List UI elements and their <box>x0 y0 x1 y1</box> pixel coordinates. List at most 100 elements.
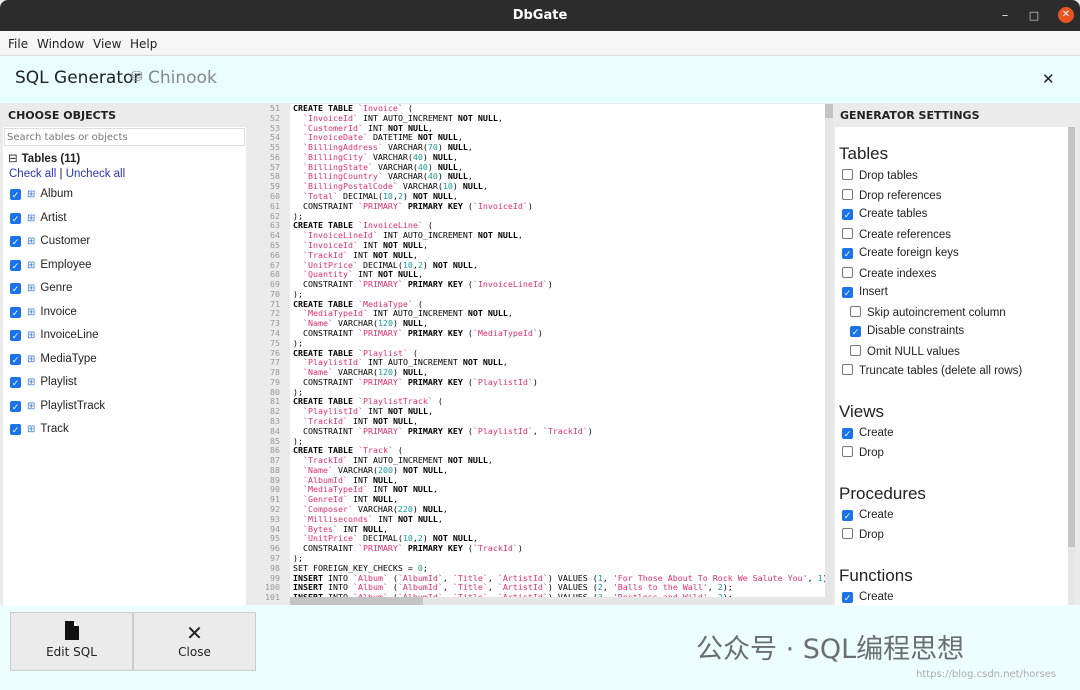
code-line[interactable]: 84 CONSTRAINT `PRIMARY` PRIMARY KEY (`Pl… <box>250 426 833 437</box>
checkbox[interactable]: ✓ <box>842 209 853 220</box>
table-icon: ⊞ <box>27 236 36 247</box>
checkbox[interactable] <box>842 266 853 278</box>
table-item[interactable]: ✓ ⊞ PlaylistTrack <box>10 400 105 412</box>
table-item[interactable]: ✓ ⊞ Employee <box>10 259 92 271</box>
checkbox[interactable]: ✓ <box>10 189 21 200</box>
search-input[interactable] <box>4 128 245 146</box>
table-item[interactable]: ✓ ⊞ Genre <box>10 282 72 294</box>
tables-group[interactable]: ⊟ Tables (11) <box>8 151 80 165</box>
scroll-thumb[interactable] <box>825 104 833 118</box>
code-line[interactable]: 61 CONSTRAINT `PRIMARY` PRIMARY KEY (`In… <box>250 200 833 212</box>
sql-editor[interactable]: 51 CREATE TABLE `Invoice` (52 `InvoiceId`… <box>250 104 833 605</box>
editor-horizontal-scrollbar[interactable] <box>290 597 825 605</box>
checkbox[interactable]: ✓ <box>10 212 21 224</box>
option-label: Drop <box>859 447 884 459</box>
table-item[interactable]: ✓ ⊞ Track <box>10 423 69 435</box>
code-content[interactable]: 51 CREATE TABLE `Invoice` (52 `InvoiceId`… <box>250 104 833 603</box>
editor-vertical-scrollbar[interactable] <box>825 104 833 605</box>
settings-scrollbar[interactable] <box>1068 127 1075 605</box>
table-item[interactable]: ✓ ⊞ MediaType <box>10 353 97 365</box>
setting-option[interactable]: Omit NULL values <box>850 344 960 358</box>
checkbox[interactable] <box>842 364 853 375</box>
code-identifier: `PRIMARY` <box>357 200 403 211</box>
checkbox[interactable]: ✓ <box>10 283 21 294</box>
checkbox[interactable]: ✓ <box>10 353 21 365</box>
setting-option[interactable]: ✓ Insert <box>842 286 888 298</box>
code-number: 200 <box>377 464 393 475</box>
scroll-thumb[interactable] <box>1068 127 1075 547</box>
code-token: VALUES <box>557 582 588 593</box>
collapse-icon[interactable]: ⊟ <box>8 153 18 165</box>
code-line[interactable]: 69 CONSTRAINT `PRIMARY` PRIMARY KEY (`In… <box>250 279 833 290</box>
setting-option[interactable]: ✓ Create tables <box>842 208 927 220</box>
code-line[interactable]: 79 CONSTRAINT `PRIMARY` PRIMARY KEY (`Pl… <box>250 377 833 388</box>
code-token: FOREIGN_KEY_CHECKS <box>313 562 403 573</box>
table-name: Playlist <box>40 376 77 388</box>
setting-option[interactable]: Drop <box>842 446 884 459</box>
setting-option[interactable]: Create references <box>842 227 951 241</box>
code-identifier: `Playlist` <box>357 347 408 358</box>
maximize-button[interactable]: □ <box>1024 0 1044 31</box>
code-line[interactable]: 74 CONSTRAINT `PRIMARY` PRIMARY KEY (`Me… <box>250 328 833 339</box>
checkbox[interactable] <box>842 227 853 239</box>
menu-help[interactable]: Help <box>130 37 157 51</box>
checkbox[interactable]: ✓ <box>10 259 21 271</box>
scroll-thumb[interactable] <box>290 597 423 605</box>
setting-option[interactable]: ✓ Create <box>842 427 894 439</box>
edit-sql-button[interactable]: Edit SQL <box>10 612 133 671</box>
checkbox[interactable]: ✓ <box>10 424 21 435</box>
code-line[interactable]: 96 CONSTRAINT `PRIMARY` PRIMARY KEY (`Tr… <box>250 543 833 554</box>
checkbox[interactable]: ✓ <box>842 287 853 298</box>
table-item[interactable]: ✓ ⊞ Playlist <box>10 376 77 388</box>
setting-option[interactable]: Drop tables <box>842 169 918 182</box>
checkbox[interactable] <box>850 344 861 356</box>
checkbox[interactable]: ✓ <box>842 509 853 521</box>
close-button[interactable]: ✕ Close <box>133 612 256 671</box>
setting-option[interactable]: Skip autoincrement column <box>850 305 1006 319</box>
setting-option[interactable]: ✓ Disable constraints <box>850 325 964 337</box>
checkbox[interactable]: ✓ <box>842 248 853 259</box>
check-all-link[interactable]: Check all <box>9 168 56 180</box>
setting-option[interactable]: Create indexes <box>842 266 936 280</box>
checkbox[interactable]: ✓ <box>842 427 853 439</box>
checkbox[interactable]: ✓ <box>10 400 21 412</box>
setting-option[interactable]: Drop <box>842 528 884 541</box>
window-close-button[interactable]: ✕ <box>1058 7 1074 23</box>
checkbox[interactable] <box>842 188 853 200</box>
checkbox[interactable] <box>842 528 853 539</box>
table-item[interactable]: ✓ ⊞ Artist <box>10 212 67 224</box>
setting-option[interactable]: ✓ Create <box>842 509 894 521</box>
checkbox[interactable]: ✓ <box>10 236 21 247</box>
checkbox[interactable]: ✓ <box>10 306 21 318</box>
checkbox[interactable] <box>842 169 853 180</box>
setting-option[interactable]: Drop references <box>842 188 941 202</box>
setting-option[interactable]: Truncate tables (delete all rows) <box>842 364 1022 377</box>
code-token: NULL <box>412 484 433 495</box>
code-token: INT <box>352 455 368 466</box>
code-token: NOT <box>387 406 403 417</box>
setting-option[interactable]: ✓ Create foreign keys <box>842 247 959 259</box>
checkbox[interactable]: ✓ <box>842 591 853 603</box>
page-title: SQL Generator <box>15 68 141 88</box>
menu-window[interactable]: Window <box>37 37 84 51</box>
menu-view[interactable]: View <box>93 37 121 51</box>
table-item[interactable]: ✓ ⊞ InvoiceLine <box>10 329 99 341</box>
setting-option[interactable]: ✓ Create <box>842 591 894 603</box>
close-tab-icon[interactable]: ✕ <box>1042 70 1055 88</box>
code-token: NULL <box>447 142 468 153</box>
table-item[interactable]: ✓ ⊞ Invoice <box>10 306 77 318</box>
checkbox[interactable]: ✓ <box>10 377 21 388</box>
table-item[interactable]: ✓ ⊞ Customer <box>10 235 90 247</box>
checkbox[interactable]: ✓ <box>850 326 861 337</box>
code-token: NULL <box>402 318 423 329</box>
code-token: INT <box>382 230 398 241</box>
table-item[interactable]: ✓ ⊞ Album <box>10 188 73 200</box>
minimize-button[interactable]: – <box>995 0 1015 31</box>
checkbox[interactable] <box>850 305 861 317</box>
code-identifier: `InvoiceId` <box>303 112 358 123</box>
uncheck-all-link[interactable]: Uncheck all <box>66 168 125 180</box>
menu-file[interactable]: File <box>8 37 28 51</box>
code-token: INT <box>357 269 373 280</box>
checkbox[interactable]: ✓ <box>10 330 21 341</box>
checkbox[interactable] <box>842 446 853 457</box>
